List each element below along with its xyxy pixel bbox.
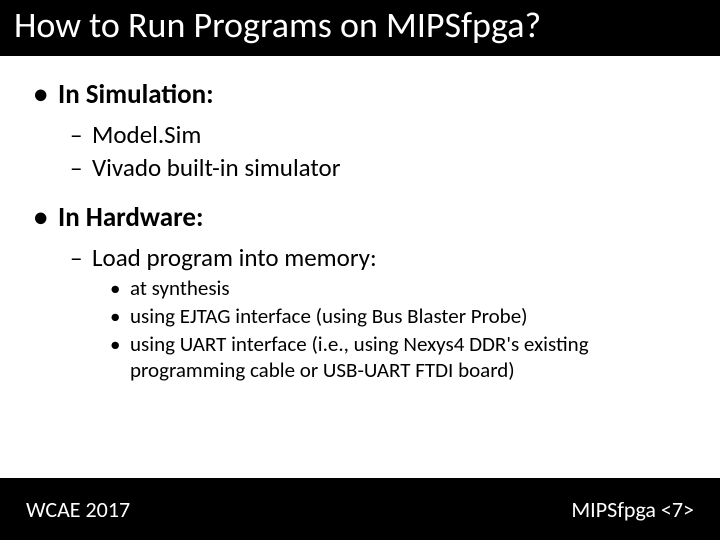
bullet-level3: • using EJTAG interface (using Bus Blast… xyxy=(110,303,686,329)
bullet-level2: – Vivado built-in simulator xyxy=(70,152,686,183)
item-text: Load program into memory: xyxy=(92,242,377,273)
bullet-level2: – Model.Sim xyxy=(70,119,686,150)
dash-bullet-icon: – xyxy=(70,242,92,273)
item-text: Vivado built-in simulator xyxy=(92,152,340,183)
disc-bullet-icon: • xyxy=(110,303,130,329)
disc-bullet-icon: • xyxy=(34,78,58,111)
item-text: at synthesis xyxy=(130,275,230,301)
slide-title: How to Run Programs on MIPSfpga? xyxy=(14,3,541,47)
item-text: Model.Sim xyxy=(92,119,201,150)
disc-bullet-icon: • xyxy=(110,331,130,384)
bullet-level1: • In Hardware: xyxy=(34,201,686,234)
bullet-level3: • at synthesis xyxy=(110,275,686,301)
bullet-level3: • using UART interface (i.e., using Nexy… xyxy=(110,331,686,384)
bullet-level1: • In Simulation: xyxy=(34,78,686,111)
footer-left: WCAE 2017 xyxy=(26,496,130,523)
dash-bullet-icon: – xyxy=(70,119,92,150)
slide-content: • In Simulation: – Model.Sim – Vivado bu… xyxy=(0,56,720,478)
heading-text: In Hardware: xyxy=(58,201,203,234)
slide: How to Run Programs on MIPSfpga? • In Si… xyxy=(0,0,720,540)
heading-text: In Simulation: xyxy=(58,78,214,111)
slide-footer: WCAE 2017 MIPSfpga <7> xyxy=(0,478,720,540)
disc-bullet-icon: • xyxy=(34,201,58,234)
item-text: using EJTAG interface (using Bus Blaster… xyxy=(130,303,528,329)
disc-bullet-icon: • xyxy=(110,275,130,301)
dash-bullet-icon: – xyxy=(70,152,92,183)
slide-title-bar: How to Run Programs on MIPSfpga? xyxy=(0,0,720,56)
bullet-level2: – Load program into memory: xyxy=(70,242,686,273)
item-text: using UART interface (i.e., using Nexys4… xyxy=(130,331,686,384)
footer-right: MIPSfpga <7> xyxy=(571,496,694,523)
